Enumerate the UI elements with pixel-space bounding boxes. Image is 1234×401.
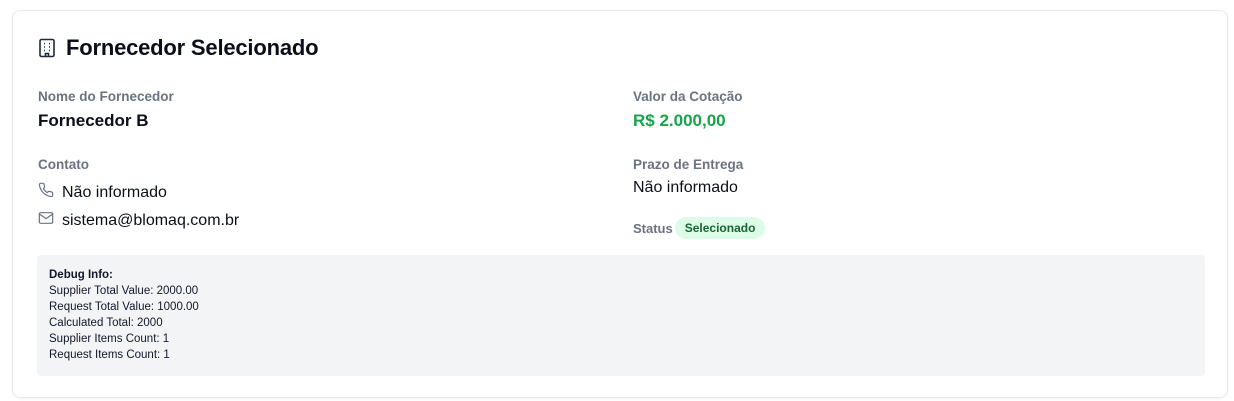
- delivery-value: Não informado: [633, 179, 738, 196]
- debug-info-panel: Debug Info: Supplier Total Value: 2000.0…: [37, 255, 1205, 376]
- status-badge: Selecionado: [674, 217, 766, 239]
- quote-value-label: Valor da Cotação: [633, 89, 743, 104]
- email-value: sistema@blomaq.com.br: [62, 211, 240, 229]
- phone-icon: [38, 182, 54, 203]
- building-icon: [38, 38, 56, 58]
- supplier-info: Nome do Fornecedor Fornecedor B Contato …: [38, 89, 239, 229]
- page-title: Fornecedor Selecionado: [66, 35, 319, 60]
- debug-title: Debug Info:: [49, 269, 113, 281]
- mail-icon: [38, 210, 54, 231]
- status-label: Status: [633, 220, 673, 236]
- debug-line: Calculated Total: 2000: [49, 317, 163, 329]
- quote-info: Valor da Cotação R$ 2.000,00 Prazo de En…: [633, 89, 766, 239]
- delivery-label: Prazo de Entrega: [633, 157, 744, 172]
- quote-value: R$ 2.000,00: [633, 111, 726, 130]
- debug-line: Supplier Items Count: 1: [49, 333, 170, 345]
- card-header: Fornecedor Selecionado: [38, 35, 319, 61]
- debug-line: Supplier Total Value: 2000.00: [49, 285, 199, 297]
- phone-row: Não informado: [38, 182, 167, 203]
- phone-value: Não informado: [62, 183, 167, 201]
- debug-line: Request Total Value: 1000.00: [49, 301, 199, 313]
- debug-line: Request Items Count: 1: [49, 349, 170, 361]
- contact-label: Contato: [38, 157, 89, 172]
- supplier-name: Fornecedor B: [38, 111, 149, 130]
- selected-supplier-card: Fornecedor Selecionado Nome do Fornecedo…: [12, 10, 1228, 398]
- email-row: sistema@blomaq.com.br: [38, 210, 239, 231]
- supplier-name-label: Nome do Fornecedor: [38, 89, 174, 104]
- status-row: Status Selecionado: [633, 217, 766, 239]
